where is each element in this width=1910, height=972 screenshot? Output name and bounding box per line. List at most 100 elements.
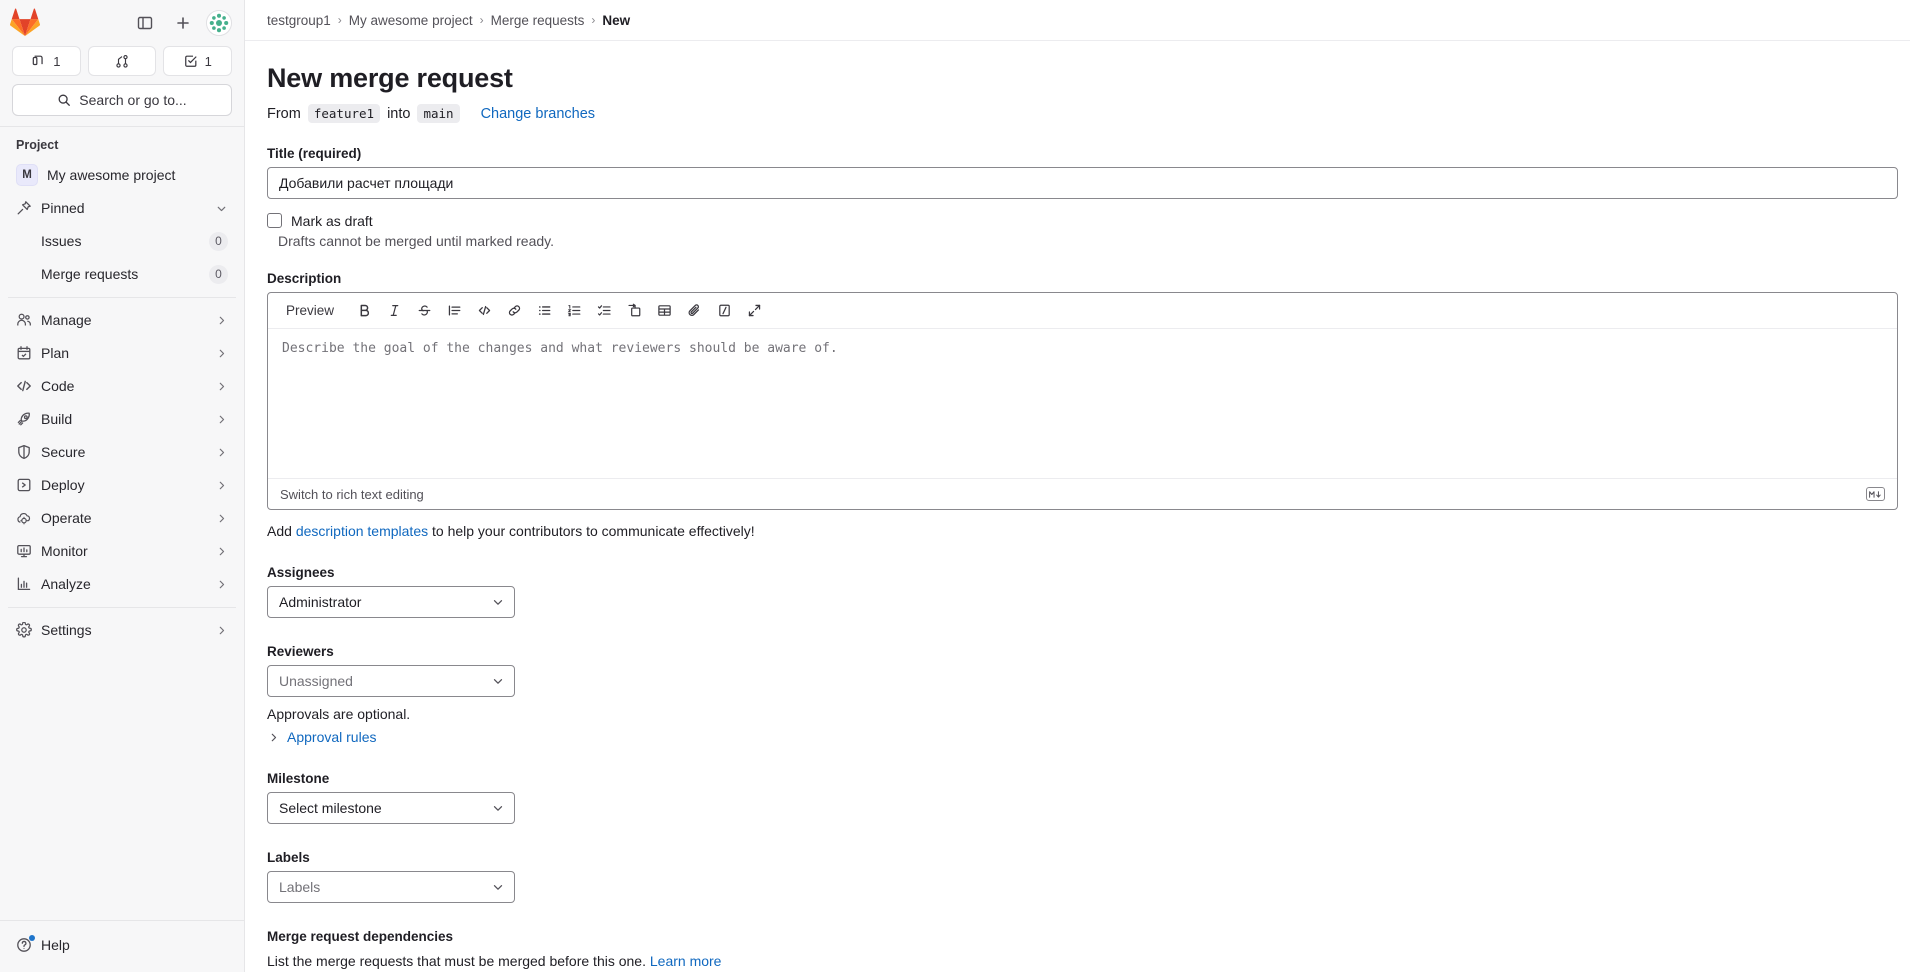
attach-icon[interactable] — [680, 298, 708, 324]
description-block: Description Preview Describe the goal of… — [267, 271, 1898, 539]
sidebar-item-label: Issues — [41, 233, 82, 249]
link-icon[interactable] — [500, 298, 528, 324]
reviewers-select[interactable]: Unassigned — [267, 665, 515, 697]
sidebar-footer: Help — [0, 920, 244, 972]
sidebar-item-plan[interactable]: Plan — [8, 337, 236, 369]
description-editor: Preview Describe the goal of the changes… — [267, 292, 1898, 510]
chevron-right-icon — [215, 380, 228, 393]
description-templates-link[interactable]: description templates — [296, 523, 428, 539]
strikethrough-icon[interactable] — [410, 298, 438, 324]
learn-more-link[interactable]: Learn more — [650, 953, 722, 969]
sidebar-item-label: Secure — [41, 444, 86, 460]
sidebar-item-monitor[interactable]: Monitor — [8, 535, 236, 567]
preview-button[interactable]: Preview — [278, 299, 342, 322]
sidebar-item-operate[interactable]: Operate — [8, 502, 236, 534]
sidebar-item-settings[interactable]: Settings — [8, 614, 236, 646]
todos-counter[interactable]: 1 — [163, 46, 233, 76]
user-avatar[interactable] — [206, 10, 232, 36]
dependencies-title: Merge request dependencies — [267, 929, 454, 944]
draft-help-text: Drafts cannot be merged until marked rea… — [278, 233, 554, 249]
breadcrumb-item-new: New — [602, 12, 631, 28]
sidebar-item-label: Help — [41, 937, 70, 953]
dependencies-text-prefix: List the merge requests that must be mer… — [267, 953, 650, 969]
sidebar-item-project[interactable]: M My awesome project — [8, 159, 236, 191]
shield-icon — [16, 444, 32, 460]
approval-rules-link[interactable]: Approval rules — [287, 729, 377, 745]
milestone-section: Milestone Select milestone — [267, 771, 1886, 824]
chevron-right-icon — [215, 314, 228, 327]
from-label: From — [267, 105, 301, 122]
italic-icon[interactable] — [380, 298, 408, 324]
search-placeholder: Search or go to... — [79, 92, 187, 108]
sidebar-item-code[interactable]: Code — [8, 370, 236, 402]
bullet-list-icon[interactable] — [530, 298, 558, 324]
mark-as-draft-checkbox[interactable] — [267, 213, 282, 228]
sidebar-item-merge-requests[interactable]: Merge requests 0 — [8, 258, 236, 290]
code-icon[interactable] — [470, 298, 498, 324]
sidebar-item-build[interactable]: Build — [8, 403, 236, 435]
labels-select[interactable]: Labels — [267, 871, 515, 903]
bold-icon[interactable] — [350, 298, 378, 324]
chevron-down-icon — [491, 801, 505, 815]
labels-value: Labels — [279, 879, 321, 895]
breadcrumb-separator: › — [337, 13, 342, 27]
sidebar-item-label: Analyze — [41, 576, 91, 592]
markdown-icon[interactable] — [1866, 487, 1885, 501]
switch-to-rich-text-button[interactable]: Switch to rich text editing — [280, 487, 424, 502]
sidebar-item-help[interactable]: Help — [8, 929, 236, 961]
task-list-icon[interactable] — [590, 298, 618, 324]
milestone-label: Milestone — [267, 771, 330, 786]
search-input[interactable]: Search or go to... — [12, 84, 232, 116]
draft-row: Mark as draft — [267, 211, 1886, 231]
assignees-select[interactable]: Administrator — [267, 586, 515, 618]
change-branches-link[interactable]: Change branches — [481, 106, 595, 122]
merge-request-icon — [32, 55, 43, 66]
avatar-icon — [206, 10, 232, 36]
approval-rules-toggle[interactable]: Approval rules — [267, 729, 1886, 745]
indent-icon[interactable] — [620, 298, 648, 324]
milestone-value: Select milestone — [279, 800, 382, 816]
branch-line: From feature1 into main Change branches — [267, 104, 1886, 123]
sidebar-item-manage[interactable]: Manage — [8, 304, 236, 336]
sidebar-divider-pinned — [8, 297, 236, 298]
templates-prefix: Add — [267, 523, 296, 539]
table-icon[interactable] — [650, 298, 678, 324]
chevron-right-icon — [215, 479, 228, 492]
numbered-list-icon[interactable] — [560, 298, 588, 324]
todo-icon — [184, 55, 197, 67]
breadcrumb-item-merge-requests[interactable]: Merge requests — [491, 13, 585, 28]
sidebar-item-secure[interactable]: Secure — [8, 436, 236, 468]
dependencies-text: List the merge requests that must be mer… — [267, 953, 1886, 969]
sidebar-item-pinned[interactable]: Pinned — [8, 192, 236, 224]
milestone-select[interactable]: Select milestone — [267, 792, 515, 824]
description-textarea[interactable]: Describe the goal of the changes and wha… — [268, 329, 1897, 478]
sidebar-item-issues[interactable]: Issues 0 — [8, 225, 236, 257]
page-title: New merge request — [267, 63, 513, 93]
rocket-icon — [16, 411, 32, 427]
merge-requests-counter[interactable]: 1 — [12, 46, 81, 76]
fullscreen-icon[interactable] — [740, 298, 768, 324]
merge-requests-count: 1 — [53, 53, 61, 69]
sidebar-item-analyze[interactable]: Analyze — [8, 568, 236, 600]
toggle-sidebar-button[interactable] — [130, 8, 160, 38]
title-input[interactable]: Добавили расчет площади — [267, 167, 1898, 199]
chevron-right-icon — [215, 578, 228, 591]
sidebar-item-label: Manage — [41, 312, 92, 328]
create-new-button[interactable] — [168, 8, 198, 38]
into-label: into — [387, 105, 411, 122]
sidebar-item-label: Monitor — [41, 543, 88, 559]
templates-suffix: to help your contributors to communicate… — [428, 523, 755, 539]
merge-counter[interactable] — [87, 46, 157, 76]
gitlab-logo-icon — [10, 8, 40, 37]
breadcrumb-item-project[interactable]: My awesome project — [349, 13, 473, 28]
chevron-right-icon — [215, 446, 228, 459]
suggestion-icon[interactable] — [710, 298, 738, 324]
breadcrumb-item-group[interactable]: testgroup1 — [267, 13, 331, 28]
assignees-section: Assignees Administrator — [267, 565, 1886, 618]
breadcrumb-separator: › — [479, 13, 484, 27]
quote-icon[interactable] — [440, 298, 468, 324]
chevron-down-icon — [491, 595, 505, 609]
sidebar-item-deploy[interactable]: Deploy — [8, 469, 236, 501]
merge-request-form: New merge request From feature1 into mai… — [245, 41, 1910, 969]
sidebar-item-label: Plan — [41, 345, 70, 361]
